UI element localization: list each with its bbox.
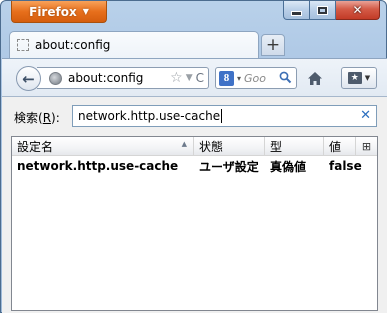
chevron-down-icon: ▼ — [364, 74, 371, 82]
text-cursor — [221, 109, 223, 123]
maximize-icon — [317, 5, 328, 15]
maximize-button[interactable] — [310, 1, 336, 20]
home-button[interactable] — [305, 68, 325, 88]
back-button[interactable]: ← — [16, 66, 41, 91]
column-header-status[interactable]: 状態 — [194, 137, 265, 156]
bookmarks-star-icon: ★ — [347, 72, 362, 84]
table-header: 設定名 ▲ 状態 型 値 ⊞ — [12, 137, 377, 156]
preferences-table[interactable]: 設定名 ▲ 状態 型 値 ⊞ network.http.use-cache ユー… — [11, 136, 378, 311]
pref-status-cell: ユーザ設定 — [199, 159, 259, 174]
search-input-value: network.http.use-cache — [78, 109, 221, 123]
blank-page-icon — [17, 39, 29, 51]
column-header-value[interactable]: 値 — [324, 137, 356, 156]
home-icon — [308, 71, 322, 85]
tab-about-config[interactable]: about:config — [9, 31, 259, 58]
table-row[interactable]: network.http.use-cache ユーザ設定 真偽値 false — [12, 157, 377, 175]
window-frame: Firefox ▼ ✕ about:config + ← about:confi… — [0, 0, 387, 313]
column-picker-button[interactable]: ⊞ — [356, 137, 377, 156]
bookmark-star-icon[interactable]: ☆ — [170, 70, 183, 86]
bookmarks-menu-button[interactable]: ★ ▼ — [341, 67, 377, 89]
url-bar[interactable]: about:config ☆ ▼ C — [37, 67, 209, 89]
url-text: about:config — [68, 71, 144, 85]
back-arrow-icon: ← — [22, 69, 35, 88]
search-icon[interactable] — [279, 71, 292, 84]
firefox-menu-button[interactable]: Firefox ▼ — [11, 1, 107, 23]
close-icon: ✕ — [352, 3, 363, 17]
url-bar-icons: ☆ ▼ C — [170, 70, 204, 86]
clear-icon[interactable]: ✕ — [360, 108, 371, 123]
navigation-toolbar: ← about:config ☆ ▼ C 8 ▾ Goo ★ ▼ — [2, 58, 387, 97]
close-window-button[interactable]: ✕ — [336, 1, 380, 20]
search-engine-dropmarker-icon[interactable]: ▾ — [237, 74, 241, 83]
column-picker-icon: ⊞ — [361, 140, 372, 153]
history-dropmarker-icon[interactable]: ▼ — [186, 73, 193, 83]
chevron-down-icon: ▼ — [82, 7, 89, 16]
tab-title: about:config — [35, 38, 111, 52]
search-placeholder: Goo — [244, 71, 266, 85]
new-tab-button[interactable]: + — [261, 34, 285, 56]
search-bar[interactable]: 8 ▾ Goo — [215, 67, 297, 89]
pref-name-cell: network.http.use-cache — [17, 159, 179, 173]
firefox-menu-label: Firefox — [29, 4, 77, 19]
search-label: 検索(R): — [14, 111, 60, 125]
pref-value-cell: false — [329, 159, 362, 173]
column-header-name[interactable]: 設定名 ▲ — [12, 137, 194, 156]
reload-icon[interactable]: C — [196, 71, 204, 85]
minimize-button[interactable] — [283, 1, 310, 20]
plus-icon: + — [265, 35, 281, 55]
globe-icon — [49, 71, 62, 85]
sort-ascending-icon: ▲ — [181, 140, 187, 148]
column-header-type[interactable]: 型 — [265, 137, 324, 156]
search-input[interactable]: network.http.use-cache ✕ — [72, 105, 377, 127]
google-engine-icon[interactable]: 8 — [219, 70, 234, 86]
about-config-page: 検索(R): network.http.use-cache ✕ 設定名 ▲ 状態… — [2, 97, 387, 313]
pref-type-cell: 真偽値 — [270, 159, 307, 174]
window-caption-buttons: ✕ — [283, 1, 380, 20]
minimize-icon — [291, 10, 302, 16]
